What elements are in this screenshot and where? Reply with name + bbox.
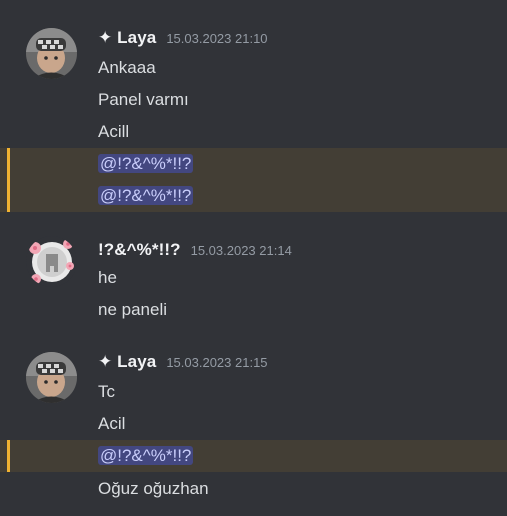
username[interactable]: ✦ Laya [98,28,156,48]
message-header: ✦ Laya 15.03.2023 21:10 [98,28,268,52]
message-text: Ankaaa [98,58,156,77]
message-text: Oğuz oğuzhan [98,479,209,498]
message-line: Panel varmı [0,84,507,116]
user-mention[interactable]: @!?&^%*!!? [98,446,194,465]
message-text: Panel varmı [98,90,189,109]
message-text: ne paneli [98,300,168,319]
message-text: Acil [98,414,126,433]
message-line: Tc [0,376,507,408]
message-line: Oğuz oğuzhan [0,473,507,505]
chat-messages: ✦ Laya 15.03.2023 21:10 Ankaaa Panel var… [0,0,507,516]
message-text: Tc [98,382,115,401]
username[interactable]: ✦ Laya [98,352,156,372]
message-line: Acill [0,116,507,148]
message-line: Acil [0,408,507,440]
mention-highlight-line: @!?&^%*!!? [0,148,507,180]
timestamp[interactable]: 15.03.2023 21:10 [166,31,267,46]
timestamp[interactable]: 15.03.2023 21:14 [191,243,292,258]
mention-highlight-line: @!?&^%*!!? [0,180,507,212]
mention-highlight-line: @!?&^%*!!? [0,440,507,472]
user-mention[interactable]: @!?&^%*!!? [98,154,194,173]
user-mention[interactable]: @!?&^%*!!? [98,186,194,205]
username[interactable]: !?&^%*!!? [98,240,181,260]
message-text: he [98,268,117,287]
message-text: Acill [98,122,130,141]
message-line: Ankaaa [0,52,507,84]
timestamp[interactable]: 15.03.2023 21:15 [166,355,267,370]
message-header: !?&^%*!!? 15.03.2023 21:14 [98,240,292,264]
message-line: he [0,262,507,294]
message-line: ne paneli [0,294,507,326]
message-header: ✦ Laya 15.03.2023 21:15 [98,352,268,376]
